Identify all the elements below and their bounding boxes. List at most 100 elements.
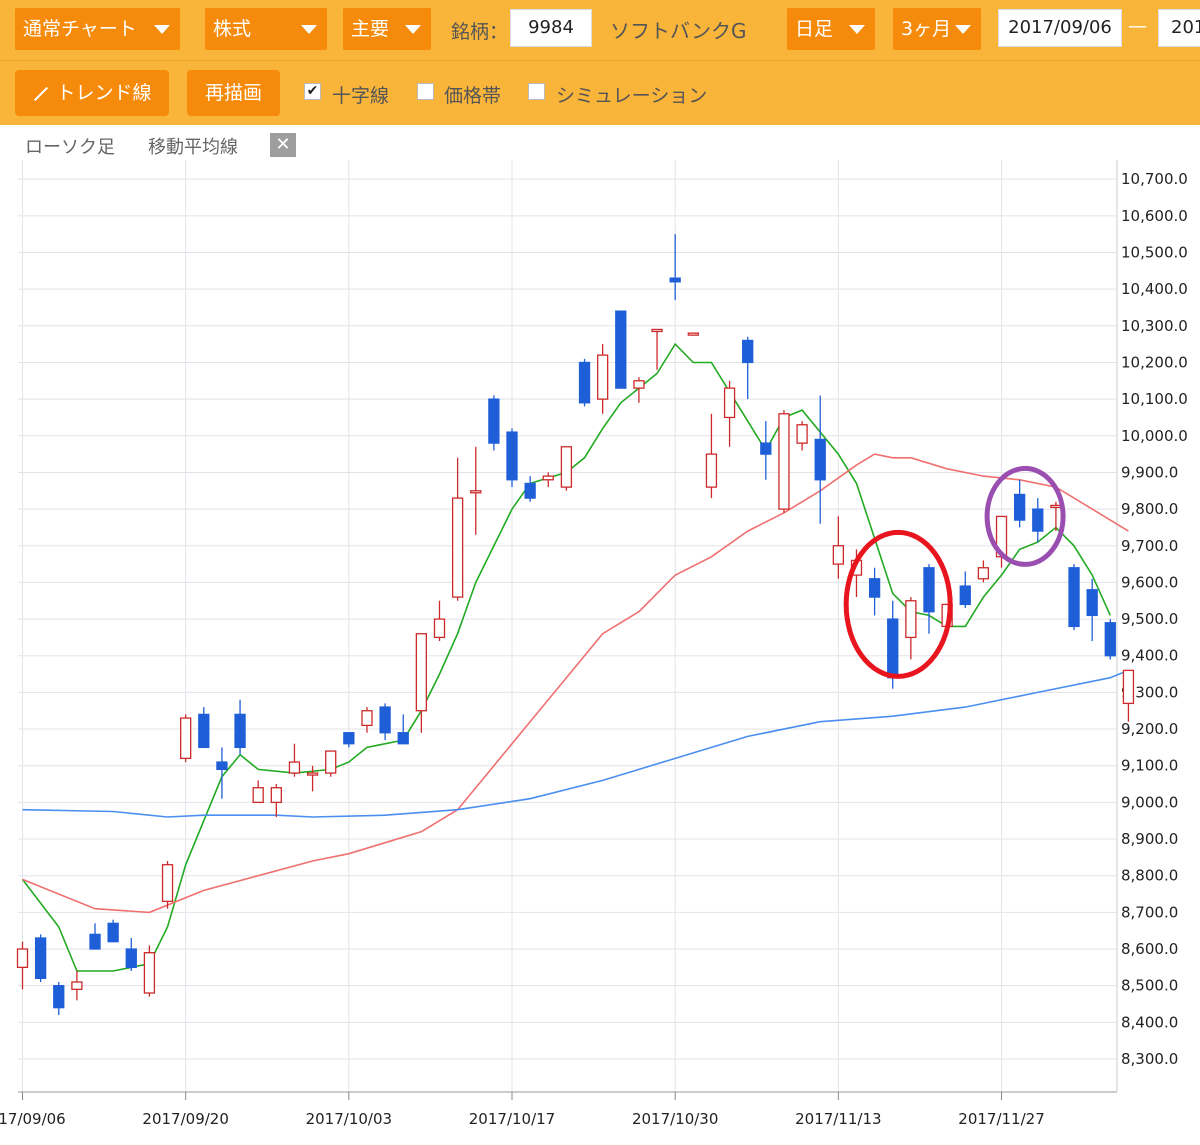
close-icon[interactable]: ✕ xyxy=(270,133,296,157)
simulation-checkbox[interactable] xyxy=(528,83,545,100)
candle-body xyxy=(1032,508,1044,532)
symbol-name: ソフトバンクG xyxy=(610,19,747,43)
candle-body xyxy=(524,482,536,499)
chart-tabs: ローソク足 移動平均線 ✕ xyxy=(15,125,1117,159)
candle-body xyxy=(723,387,736,419)
candle-body xyxy=(887,618,899,679)
candle-body xyxy=(361,710,373,727)
candle-body xyxy=(34,937,47,979)
interval-select[interactable]: 日足 xyxy=(787,8,875,50)
x-tick-label: 2017/09/06 xyxy=(0,1110,66,1128)
candle-body xyxy=(1122,669,1135,705)
candle-body xyxy=(325,750,337,774)
candle xyxy=(578,358,591,407)
candle-body xyxy=(288,761,301,774)
y-tick-label: 8,300.0 xyxy=(1121,1050,1178,1068)
candle-body xyxy=(451,497,464,598)
candle-body xyxy=(651,328,663,333)
chevron-down-icon xyxy=(849,25,865,34)
candle-body xyxy=(53,985,65,1009)
candle xyxy=(34,934,47,983)
y-tick-label: 9,800.0 xyxy=(1121,500,1178,518)
candle-body xyxy=(796,424,808,444)
tab-moving-average[interactable]: 移動平均線 xyxy=(148,133,238,159)
candle-body xyxy=(143,952,156,994)
y-tick-label: 8,400.0 xyxy=(1121,1013,1178,1031)
candle-body xyxy=(977,567,990,580)
candle-body xyxy=(1068,567,1080,628)
candle-body xyxy=(89,933,101,950)
crosshair-checkbox[interactable]: ✔ xyxy=(304,83,321,100)
candle-body xyxy=(270,787,282,804)
trendline-button[interactable]: トレンド線 xyxy=(15,70,169,116)
y-tick-label: 10,600.0 xyxy=(1121,207,1188,225)
candle-body xyxy=(1104,622,1116,657)
candle-body xyxy=(778,413,790,510)
candle xyxy=(1122,669,1135,722)
candle-body xyxy=(923,567,935,613)
candlestick-chart[interactable]: 8,300.0 8,400.0 8,500.0 8,600.0 8,700.0 8,800… xyxy=(0,0,1200,1145)
asset-type-select[interactable]: 株式 xyxy=(205,8,327,50)
tab-candles[interactable]: ローソク足 xyxy=(25,133,115,159)
x-tick-label: 2017/11/13 xyxy=(795,1110,881,1128)
y-tick-label: 9,100.0 xyxy=(1121,757,1178,775)
candle-body xyxy=(125,948,137,969)
y-tick-label: 9,700.0 xyxy=(1121,537,1178,555)
candle-body xyxy=(415,633,428,712)
candle-body xyxy=(397,732,409,745)
date-separator: — xyxy=(1128,15,1147,37)
y-tick-label: 9,000.0 xyxy=(1121,793,1178,811)
date-from-input[interactable]: 2017/09/06 xyxy=(998,9,1122,47)
candle-body xyxy=(1086,589,1098,617)
chart-type-select[interactable]: 通常チャート xyxy=(15,8,180,50)
market-select[interactable]: 主要 xyxy=(343,8,431,50)
chevron-down-icon xyxy=(955,25,971,34)
trendline-label: トレンド線 xyxy=(56,82,152,104)
candle xyxy=(778,410,790,513)
redraw-button[interactable]: 再描画 xyxy=(187,70,280,116)
y-tick-label: 9,600.0 xyxy=(1121,573,1178,591)
candle xyxy=(143,945,156,997)
price-band-checkbox[interactable] xyxy=(417,83,434,100)
y-tick-label: 8,700.0 xyxy=(1121,903,1178,921)
candle xyxy=(687,332,699,336)
y-tick-label: 8,600.0 xyxy=(1121,940,1178,958)
x-tick-label: 2017/10/03 xyxy=(306,1110,392,1128)
y-axis-labels: 8,300.0 8,400.0 8,500.0 8,600.0 8,700.0 8,800… xyxy=(1121,170,1188,1068)
candle-body xyxy=(198,713,210,749)
chevron-down-icon xyxy=(405,25,421,34)
candle xyxy=(560,446,573,491)
candle-body xyxy=(615,310,627,389)
candle-body xyxy=(306,772,319,776)
candle-body xyxy=(1050,504,1062,509)
candle-body xyxy=(161,864,174,903)
simulation-label: シミュレーション xyxy=(556,85,708,107)
candle-body xyxy=(343,732,355,745)
chart-type-value: 通常チャート xyxy=(23,18,137,40)
period-select[interactable]: 3ヶ月 xyxy=(893,8,981,50)
candle-body xyxy=(959,585,971,606)
candle-body xyxy=(687,332,699,336)
y-tick-label: 10,100.0 xyxy=(1121,390,1188,408)
y-tick-label: 8,500.0 xyxy=(1121,977,1178,995)
candle xyxy=(107,919,119,943)
candle xyxy=(488,395,500,451)
x-tick-label: 2017/11/27 xyxy=(958,1110,1044,1128)
y-tick-label: 9,900.0 xyxy=(1121,463,1178,481)
candle-body xyxy=(1014,493,1026,521)
candle-body xyxy=(742,339,754,364)
candle-body xyxy=(669,277,681,283)
y-tick-label: 10,300.0 xyxy=(1121,317,1188,335)
chevron-down-icon xyxy=(154,25,170,34)
drawing-toolbar: トレンド線 再描画 ✔ 十字線 価格帯 シミュレーション xyxy=(0,60,1200,125)
symbol-code-input[interactable]: 9984 xyxy=(510,9,592,47)
candle-body xyxy=(814,438,826,481)
asset-type-value: 株式 xyxy=(213,18,252,40)
candle-body xyxy=(180,717,192,760)
date-to-input[interactable]: 201 xyxy=(1158,9,1200,47)
y-tick-label: 10,400.0 xyxy=(1121,280,1188,298)
y-tick-label: 8,900.0 xyxy=(1121,830,1178,848)
candle-body xyxy=(433,618,446,639)
candle xyxy=(161,861,174,909)
candle-body xyxy=(578,361,591,404)
